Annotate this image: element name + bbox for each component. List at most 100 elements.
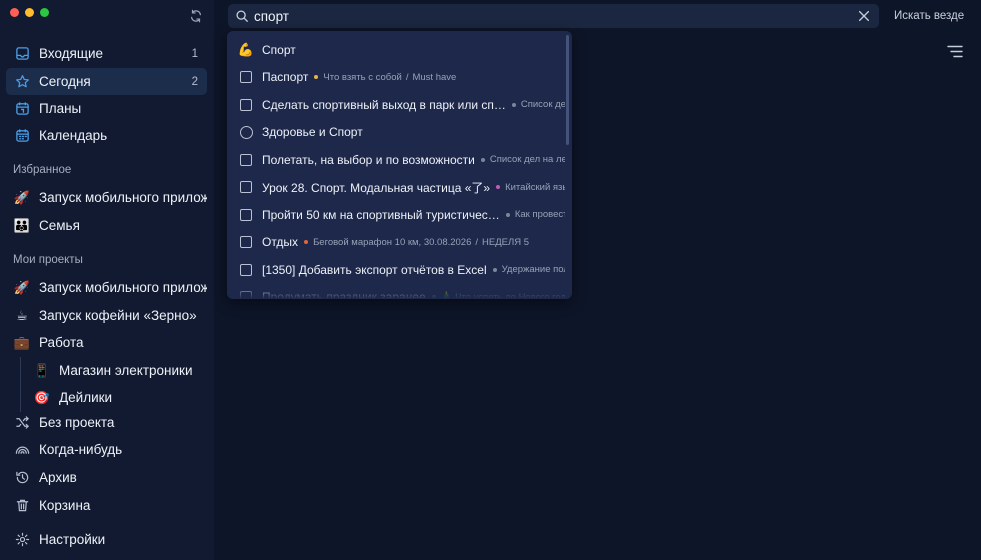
sidebar-item[interactable]: 🚀 Запуск мобильного приложения xyxy=(6,184,207,211)
project-color-dot xyxy=(304,240,309,244)
sidebar-item[interactable]: Входящие 1 xyxy=(6,40,207,67)
sidebar-item-label: Без проекта xyxy=(39,415,115,430)
project-circle-icon xyxy=(239,125,253,139)
results-fade xyxy=(227,283,572,299)
search-result-item[interactable]: Отдых Беговой марафон 10 км, 30.08.2026/Н… xyxy=(227,229,565,256)
sidebar-item-label: Семья xyxy=(39,218,80,233)
result-title: Урок 28. Спорт. Модальная частица «了» xyxy=(262,180,491,195)
sidebar-item-label: Планы xyxy=(39,101,82,116)
shuffle-icon xyxy=(14,415,30,431)
search-result-item[interactable]: Полетать, на выбор и по возможности Списо… xyxy=(227,146,565,173)
sidebar-item[interactable]: ☕ Запуск кофейни «Зерно» xyxy=(6,302,207,329)
gear-icon xyxy=(14,532,30,548)
sidebar-item[interactable]: Корзина xyxy=(6,492,207,519)
result-meta: Список дел на лет xyxy=(520,99,565,110)
sidebar-item-label: Запуск мобильного приложения xyxy=(39,190,207,205)
search-result-item[interactable]: Урок 28. Спорт. Модальная частица «了» Кит… xyxy=(227,174,565,201)
sidebar-item[interactable]: Календарь xyxy=(6,122,207,149)
history-icon xyxy=(14,470,30,486)
search-bar[interactable] xyxy=(228,4,879,28)
star-icon xyxy=(14,74,30,90)
rocket-icon: 🚀 xyxy=(13,189,31,205)
search-icon xyxy=(236,10,248,22)
sidebar-item[interactable]: Без проекта xyxy=(6,409,207,436)
result-title: Паспорт xyxy=(262,70,309,84)
result-title: Здоровье и Спорт xyxy=(262,125,363,139)
sidebar: Входящие 1 Сегодня 2 Планы Календарь Избранное… xyxy=(0,0,214,560)
project-color-dot xyxy=(511,102,516,107)
task-checkbox[interactable] xyxy=(239,180,253,194)
task-checkbox[interactable] xyxy=(239,153,253,167)
calendar-icon xyxy=(14,128,30,144)
sidebar-item[interactable]: Архив xyxy=(6,464,207,491)
sidebar-item[interactable]: 👪 Семья xyxy=(6,212,207,239)
family-icon: 👪 xyxy=(13,217,31,233)
result-title: Полетать, на выбор и по возможности xyxy=(262,152,475,167)
sidebar-item[interactable]: Настройки xyxy=(6,526,207,553)
meta-separator: / xyxy=(475,236,479,248)
calendar-plans-icon xyxy=(14,101,30,117)
task-checkbox[interactable] xyxy=(239,263,253,277)
task-checkbox[interactable] xyxy=(239,98,253,112)
search-input[interactable] xyxy=(254,8,857,24)
sidebar-item-label: Календарь xyxy=(39,128,108,143)
sidebar-item-label: Дейлики xyxy=(59,390,113,405)
project-color-dot xyxy=(505,212,510,217)
result-meta: Беговой марафон 10 км, 30.08.2026 xyxy=(313,236,472,248)
project-color-dot xyxy=(314,75,319,79)
clear-search-icon[interactable] xyxy=(857,9,871,23)
search-result-item[interactable]: Паспорт Что взять с собой / Must have xyxy=(227,64,565,91)
search-result-item[interactable]: 💪 Спорт xyxy=(227,36,565,63)
sync-icon[interactable] xyxy=(189,9,203,23)
result-title: Сделать спортивный выход в парк или сп… xyxy=(262,97,506,112)
close-window-button[interactable] xyxy=(10,8,19,17)
phone-icon: 📱 xyxy=(33,362,51,378)
sidebar-item-label: Архив xyxy=(39,470,77,485)
meta-separator: / xyxy=(405,71,409,83)
task-checkbox[interactable] xyxy=(239,235,253,249)
result-meta: Список дел на лето xyxy=(489,154,565,165)
project-color-dot xyxy=(480,157,485,162)
task-checkbox[interactable] xyxy=(239,208,253,222)
sidebar-item[interactable]: 📱 Магазин электроники xyxy=(6,357,207,384)
flexed-biceps-icon: 💪 xyxy=(237,41,255,57)
minimize-window-button[interactable] xyxy=(25,8,34,17)
search-result-item[interactable]: Сделать спортивный выход в парк или сп… С… xyxy=(227,91,565,118)
result-title: Спорт xyxy=(262,42,296,57)
result-meta: Удержание пользова xyxy=(501,264,565,275)
project-color-dot xyxy=(496,185,501,189)
result-meta: Что взять с собой xyxy=(323,71,402,83)
search-result-item[interactable]: Здоровье и Спорт xyxy=(227,119,565,146)
sidebar-item[interactable]: Сегодня 2 xyxy=(6,68,207,95)
sidebar-item-label: Настройки xyxy=(39,532,106,547)
sidebar-item-label: Корзина xyxy=(39,498,91,513)
rocket-icon: 🚀 xyxy=(13,279,31,295)
sidebar-item[interactable]: Когда-нибудь xyxy=(6,436,207,463)
sidebar-item[interactable]: 💼 Работа xyxy=(6,329,207,356)
search-result-item[interactable]: Пройти 50 км на спортивный туристичес… Ка… xyxy=(227,201,565,228)
item-count-badge: 2 xyxy=(191,75,198,88)
projects-section-title: Мои проекты xyxy=(13,254,83,266)
sidebar-item[interactable]: 🎯 Дейлики xyxy=(6,384,207,411)
sidebar-item-label: Запуск мобильного приложения xyxy=(39,280,207,295)
task-checkbox[interactable] xyxy=(239,70,253,84)
search-everywhere-button[interactable]: Искать везде xyxy=(894,10,964,22)
result-title: Отдых xyxy=(262,235,299,249)
result-meta: Must have xyxy=(412,71,457,83)
result-title: [1350] Добавить экспорт отчётов в Excel xyxy=(262,262,487,277)
sidebar-item-label: Запуск кофейни «Зерно» xyxy=(39,308,197,323)
inbox-icon xyxy=(14,46,30,62)
sidebar-item-label: Магазин электроники xyxy=(59,363,193,378)
sidebar-item[interactable]: Планы xyxy=(6,95,207,122)
sort-options-icon[interactable] xyxy=(947,45,963,58)
sidebar-item-label: Работа xyxy=(39,335,84,350)
results-scrollbar[interactable] xyxy=(566,35,569,145)
result-meta: Как провести отпу xyxy=(514,209,565,220)
sidebar-item[interactable]: 🚀 Запуск мобильного приложения xyxy=(6,274,207,301)
search-results-dropdown: 💪 Спорт Паспорт Что взять с собой / Must have… xyxy=(227,31,572,299)
search-result-item[interactable]: [1350] Добавить экспорт отчётов в Excel У… xyxy=(227,256,565,283)
zoom-window-button[interactable] xyxy=(40,8,49,17)
rainbow-icon xyxy=(14,442,30,458)
window-controls xyxy=(10,8,49,17)
briefcase-icon: 💼 xyxy=(13,334,31,350)
